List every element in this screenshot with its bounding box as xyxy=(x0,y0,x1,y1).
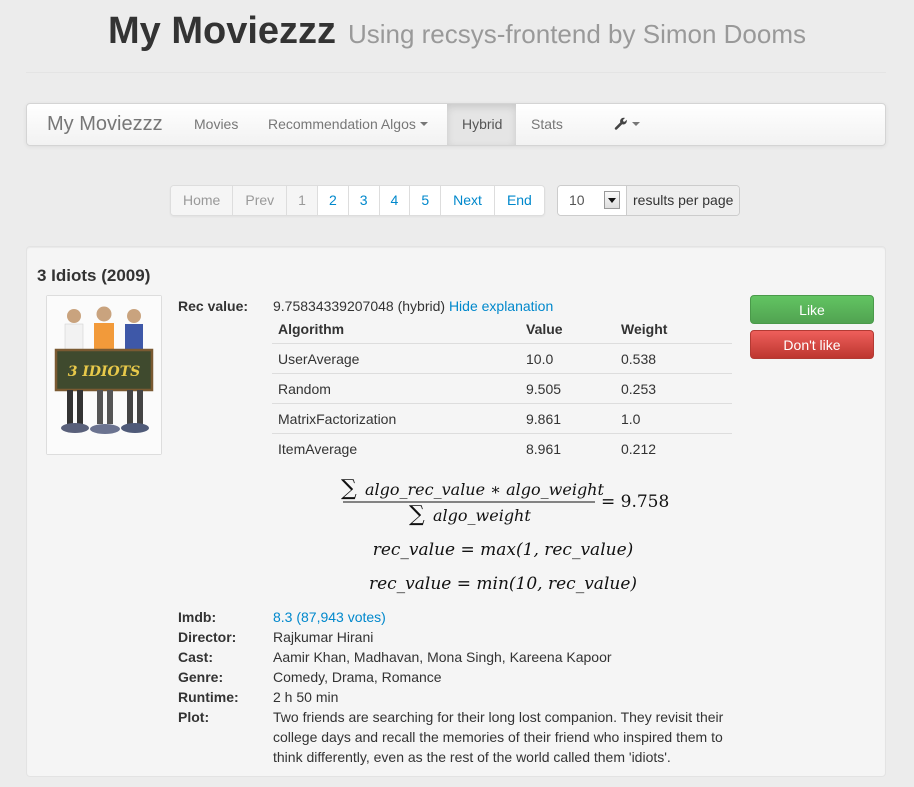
pagination: Home Prev 1 2 3 4 5 Next End xyxy=(170,185,545,216)
nav-item-recommendation-algos[interactable]: Recommendation Algos xyxy=(253,104,443,145)
header-divider xyxy=(26,72,886,73)
chevron-down-icon[interactable] xyxy=(604,191,620,209)
table-cell: 1.0 xyxy=(615,403,732,434)
detail-value: 2 h 50 min xyxy=(273,689,339,705)
formula-max-line: rec_value = max(1, rec_value) xyxy=(373,540,634,560)
wrench-icon xyxy=(614,117,627,130)
nav-item-movies[interactable]: Movies xyxy=(179,104,253,145)
table-header-row: Algorithm Value Weight xyxy=(272,315,732,344)
hybrid-formula: ∑ algo_rec_value ∗ algo_weight ∑ algo_we… xyxy=(341,476,669,594)
movie-details: Imdb: 8.3 (87,943 votes) Director: Rajku… xyxy=(178,607,738,765)
detail-runtime: Runtime: 2 h 50 min xyxy=(178,687,738,707)
pagination-page-3[interactable]: 3 xyxy=(347,186,379,215)
rec-value-line: 9.75834339207048 (hybrid) Hide explanati… xyxy=(273,298,553,314)
nav-item-label: Stats xyxy=(531,116,563,132)
pagination-page-5[interactable]: 5 xyxy=(409,186,441,215)
pagination-page-4[interactable]: 4 xyxy=(378,186,410,215)
table-cell: 0.538 xyxy=(615,343,732,374)
per-page-select[interactable]: 10 xyxy=(558,186,626,215)
table-cell: MatrixFactorization xyxy=(272,403,520,434)
detail-label: Plot: xyxy=(178,709,210,725)
detail-label: Runtime: xyxy=(178,689,239,705)
poster-image: 3 IDIOTS xyxy=(47,296,161,454)
table-row: ItemAverage 8.961 0.212 xyxy=(272,433,732,463)
detail-label: Imdb: xyxy=(178,609,217,625)
nav-item-tools-dropdown[interactable] xyxy=(599,104,655,145)
table-cell: 0.253 xyxy=(615,373,732,404)
formula-numerator: algo_rec_value ∗ algo_weight xyxy=(365,480,604,499)
formula-denominator: algo_weight xyxy=(433,506,531,525)
pagination-page-2[interactable]: 2 xyxy=(316,186,348,215)
table-cell: ItemAverage xyxy=(272,433,520,463)
formula-min-line: rec_value = min(10, rec_value) xyxy=(369,574,637,594)
table-cell: 10.0 xyxy=(520,343,615,374)
pagination-home[interactable]: Home xyxy=(171,186,233,215)
rec-value-label: Rec value: xyxy=(178,298,249,314)
detail-value: Comedy, Drama, Romance xyxy=(273,669,442,685)
navbar-brand[interactable]: My Moviezzz xyxy=(47,104,163,145)
nav-item-label: Movies xyxy=(194,116,239,132)
movie-card: 3 Idiots (2009) 3 IDIOTS Rec value: 9.75… xyxy=(26,246,886,777)
table-cell: 9.861 xyxy=(520,403,615,434)
rec-method: (hybrid) xyxy=(397,298,446,314)
detail-value: Two friends are searching for their long… xyxy=(273,709,724,765)
hide-explanation-link[interactable]: Hide explanation xyxy=(449,298,553,314)
table-cell: 0.212 xyxy=(615,433,732,463)
detail-value: Rajkumar Hirani xyxy=(273,629,374,645)
formula-result: = 9.758 xyxy=(601,492,669,512)
table-cell: 8.961 xyxy=(520,433,615,463)
navbar: My Moviezzz Movies Recommendation Algos … xyxy=(26,103,886,146)
column-header-weight: Weight xyxy=(621,321,668,337)
per-page-value: 10 xyxy=(569,192,585,208)
detail-label: Cast: xyxy=(178,649,214,665)
detail-director: Director: Rajkumar Hirani xyxy=(178,627,738,647)
detail-imdb: Imdb: 8.3 (87,943 votes) xyxy=(178,607,738,627)
per-page-label: results per page xyxy=(626,186,740,215)
detail-plot: Plot: Two friends are searching for thei… xyxy=(178,707,738,765)
detail-value: Aamir Khan, Madhavan, Mona Singh, Kareen… xyxy=(273,649,612,665)
nav-item-label: Recommendation Algos xyxy=(268,116,416,132)
table-cell: UserAverage xyxy=(272,343,520,374)
table-row: MatrixFactorization 9.861 1.0 xyxy=(272,403,732,434)
page-title: My Moviezzz xyxy=(108,10,337,52)
rec-value: 9.75834339207048 xyxy=(273,298,394,314)
algorithm-table: Algorithm Value Weight UserAverage 10.0 … xyxy=(272,315,732,463)
nav-item-stats[interactable]: Stats xyxy=(516,104,578,145)
pagination-prev[interactable]: Prev xyxy=(232,186,287,215)
page-subtitle: Using recsys-frontend by Simon Dooms xyxy=(347,19,806,49)
page-header: My Moviezzz Using recsys-frontend by Sim… xyxy=(0,10,914,53)
pagination-next[interactable]: Next xyxy=(440,186,494,215)
table-row: UserAverage 10.0 0.538 xyxy=(272,343,732,374)
table-cell: Random xyxy=(272,373,520,404)
per-page-control: 10 results per page xyxy=(557,185,741,216)
imdb-rating-link[interactable]: 8.3 (87,943 votes) xyxy=(273,609,386,625)
table-cell: 9.505 xyxy=(520,373,615,404)
svg-text:∑: ∑ xyxy=(409,502,425,527)
detail-label: Director: xyxy=(178,629,237,645)
nav-item-hybrid[interactable]: Hybrid xyxy=(447,104,516,145)
movie-poster: 3 IDIOTS xyxy=(46,295,162,455)
movie-title: 3 Idiots (2009) xyxy=(37,266,151,285)
column-header-value: Value xyxy=(526,321,563,337)
dislike-button[interactable]: Don't like xyxy=(750,330,874,359)
pagination-end[interactable]: End xyxy=(493,186,544,215)
detail-genre: Genre: Comedy, Drama, Romance xyxy=(178,667,738,687)
chevron-down-icon xyxy=(632,122,640,127)
like-button[interactable]: Like xyxy=(750,295,874,324)
chevron-down-icon xyxy=(419,122,428,127)
detail-cast: Cast: Aamir Khan, Madhavan, Mona Singh, … xyxy=(178,647,738,667)
table-row: Random 9.505 0.253 xyxy=(272,373,732,404)
column-header-algorithm: Algorithm xyxy=(278,321,345,337)
poster-title-text: 3 IDIOTS xyxy=(68,364,141,380)
svg-text:∑: ∑ xyxy=(341,476,357,501)
nav-item-label: Hybrid xyxy=(462,116,503,132)
pagination-page-1[interactable]: 1 xyxy=(286,186,317,215)
detail-label: Genre: xyxy=(178,669,224,685)
